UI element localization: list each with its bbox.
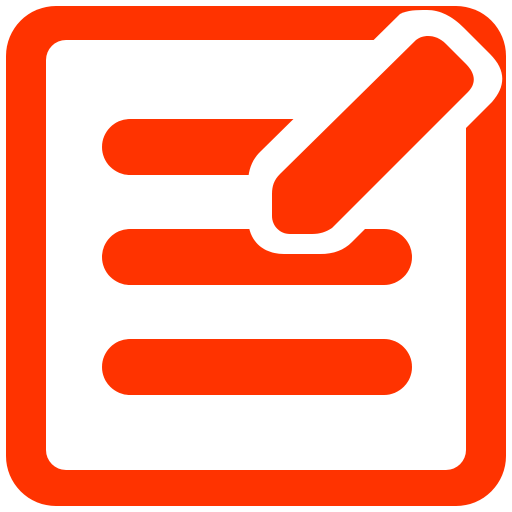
text-line-3 — [102, 339, 412, 395]
edit-note-icon — [6, 6, 506, 506]
edit-note-icon-canvas — [0, 0, 512, 512]
